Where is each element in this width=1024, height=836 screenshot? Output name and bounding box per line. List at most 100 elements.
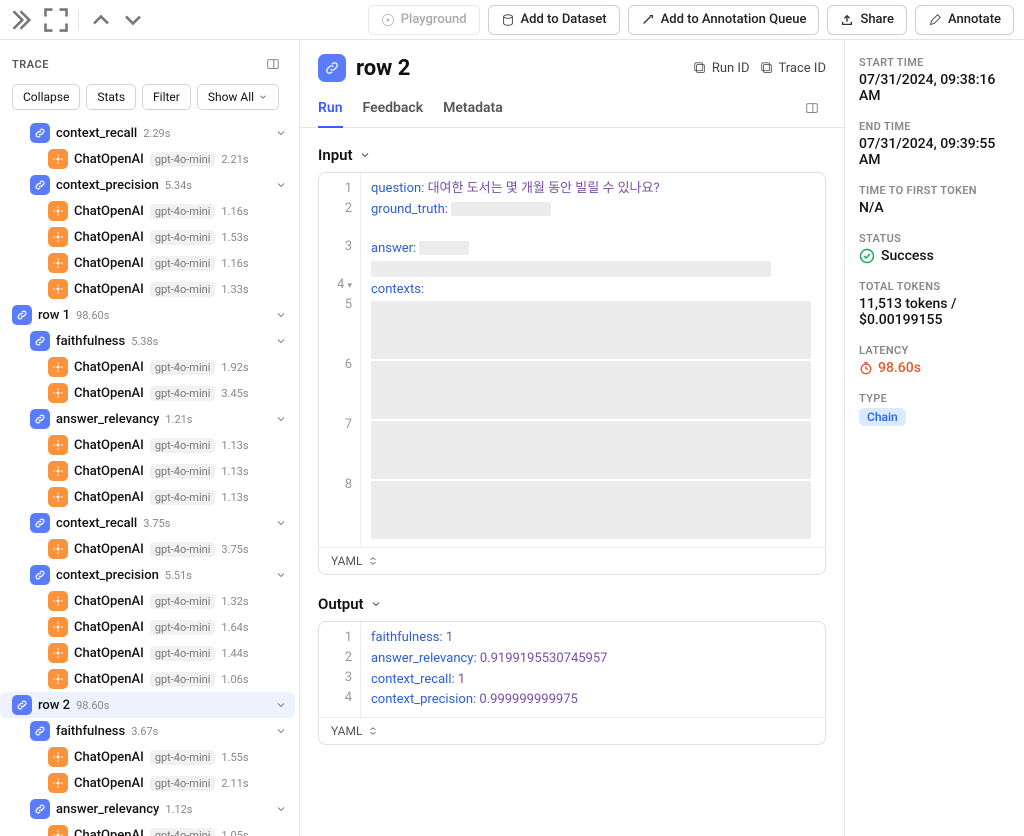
tree-llm-row[interactable]: ChatOpenAIgpt-4o-mini3.45s [0,380,295,406]
tree-llm-row[interactable]: ChatOpenAIgpt-4o-mini1.16s [0,198,295,224]
tree-llm-row[interactable]: ChatOpenAIgpt-4o-mini2.11s [0,770,295,796]
trace-id-button[interactable]: Trace ID [760,61,827,76]
share-button[interactable]: Share [827,5,907,35]
llm-icon [48,279,68,299]
tree-llm-row[interactable]: ChatOpenAIgpt-4o-mini2.21s [0,146,295,172]
llm-icon [48,435,68,455]
tree-llm-row[interactable]: ChatOpenAIgpt-4o-mini1.16s [0,250,295,276]
chain-icon [30,331,50,351]
page-title: row 2 [356,56,410,81]
chevron-down-icon[interactable] [273,699,289,711]
chevron-down-icon[interactable] [273,725,289,737]
tree-llm-row[interactable]: ChatOpenAIgpt-4o-mini3.75s [0,536,295,562]
tree-chain-row[interactable]: context_recall2.29s [0,120,295,146]
type-chip: Chain [859,408,906,426]
tree-chain-row[interactable]: faithfulness5.38s [0,328,295,354]
chevron-down-icon[interactable] [273,309,289,321]
tree-llm-row[interactable]: ChatOpenAIgpt-4o-mini1.13s [0,432,295,458]
chevron-down-icon[interactable] [273,127,289,139]
chevron-down-icon[interactable] [273,335,289,347]
end-time: 07/31/2024, 09:39:55 AM [859,136,1010,168]
tree-chain-row[interactable]: answer_relevancy1.21s [0,406,295,432]
tree-llm-row[interactable]: ChatOpenAIgpt-4o-mini1.32s [0,588,295,614]
llm-icon [48,773,68,793]
tree-llm-row[interactable]: ChatOpenAIgpt-4o-mini1.05s [0,822,295,836]
chevron-down-icon[interactable] [273,803,289,815]
add-queue-button[interactable]: Add to Annotation Queue [628,5,820,35]
tree-chain-row[interactable]: faithfulness3.67s [0,718,295,744]
trace-sidebar: TRACE Collapse Stats Filter Show All con… [0,40,300,836]
annotate-button[interactable]: Annotate [915,5,1014,35]
run-id-button[interactable]: Run ID [693,61,750,76]
chevron-down-icon[interactable] [273,413,289,425]
start-time: 07/31/2024, 09:38:16 AM [859,72,1010,104]
topbar: Playground Add to Dataset Add to Annotat… [0,0,1024,40]
tree-chain-row[interactable]: context_precision5.51s [0,562,295,588]
chain-icon [30,409,50,429]
stats-button[interactable]: Stats [86,84,136,110]
status-badge: Success [859,248,1010,264]
llm-icon [48,539,68,559]
panel-toggle-right-icon[interactable] [798,94,826,122]
yaml-label[interactable]: YAML [331,724,362,738]
latency: 98.60s [859,360,1010,376]
chevron-down-icon[interactable] [273,179,289,191]
tree-chain-row[interactable]: row 298.60s [0,692,295,718]
tree-llm-row[interactable]: ChatOpenAIgpt-4o-mini1.33s [0,276,295,302]
input-codebox: 1234 ▾5678question: 대여한 도서는 몇 개월 동안 빌릴 수… [318,172,826,575]
showall-button[interactable]: Show All [197,84,279,110]
expand-sidebar-icon[interactable] [10,6,38,34]
chain-icon [30,175,50,195]
ttft: N/A [859,200,1010,216]
tree-llm-row[interactable]: ChatOpenAIgpt-4o-mini1.44s [0,640,295,666]
llm-icon [48,227,68,247]
total-tokens: 11,513 tokens / $0.00199155 [859,296,1010,328]
llm-icon [48,357,68,377]
llm-icon [48,825,68,836]
tree-llm-row[interactable]: ChatOpenAIgpt-4o-mini1.64s [0,614,295,640]
tab-metadata[interactable]: Metadata [443,94,503,128]
tree-llm-row[interactable]: ChatOpenAIgpt-4o-mini1.55s [0,744,295,770]
metadata-pane: START TIME07/31/2024, 09:38:16 AM END TI… [844,40,1024,836]
tabs: Run Feedback Metadata [300,86,844,128]
panel-toggle-icon[interactable] [259,50,287,78]
chevron-down-icon[interactable] [273,517,289,529]
sidebar-title: TRACE [12,58,49,71]
llm-icon [48,149,68,169]
tree-chain-row[interactable]: row 198.60s [0,302,295,328]
chain-icon [30,721,50,741]
llm-icon [48,643,68,663]
tab-run[interactable]: Run [318,94,343,128]
tree-llm-row[interactable]: ChatOpenAIgpt-4o-mini1.06s [0,666,295,692]
chain-icon [12,305,32,325]
fullscreen-icon[interactable] [42,6,70,34]
tree-chain-row[interactable]: context_precision5.34s [0,172,295,198]
llm-icon [48,669,68,689]
trace-tree[interactable]: context_recall2.29sChatOpenAIgpt-4o-mini… [0,118,299,836]
filter-button[interactable]: Filter [142,84,191,110]
llm-icon [48,591,68,611]
add-dataset-button[interactable]: Add to Dataset [488,5,620,35]
tree-llm-row[interactable]: ChatOpenAIgpt-4o-mini1.92s [0,354,295,380]
tree-chain-row[interactable]: context_recall3.75s [0,510,295,536]
llm-icon [48,617,68,637]
collapse-button[interactable]: Collapse [12,84,80,110]
input-header[interactable]: Input [318,146,826,164]
chevron-down-icon[interactable] [273,569,289,581]
chain-icon [12,695,32,715]
prev-icon[interactable] [87,6,115,34]
chain-icon [30,565,50,585]
output-header[interactable]: Output [318,595,826,613]
tree-llm-row[interactable]: ChatOpenAIgpt-4o-mini1.53s [0,224,295,250]
output-codebox: 1234faithfulness: 1answer_relevancy: 0.9… [318,621,826,745]
next-icon[interactable] [119,6,147,34]
tree-llm-row[interactable]: ChatOpenAIgpt-4o-mini1.13s [0,484,295,510]
llm-icon [48,461,68,481]
yaml-label[interactable]: YAML [331,554,362,568]
tab-feedback[interactable]: Feedback [363,94,424,128]
chain-icon [30,799,50,819]
playground-button[interactable]: Playground [368,5,480,35]
llm-icon [48,383,68,403]
tree-llm-row[interactable]: ChatOpenAIgpt-4o-mini1.13s [0,458,295,484]
tree-chain-row[interactable]: answer_relevancy1.12s [0,796,295,822]
